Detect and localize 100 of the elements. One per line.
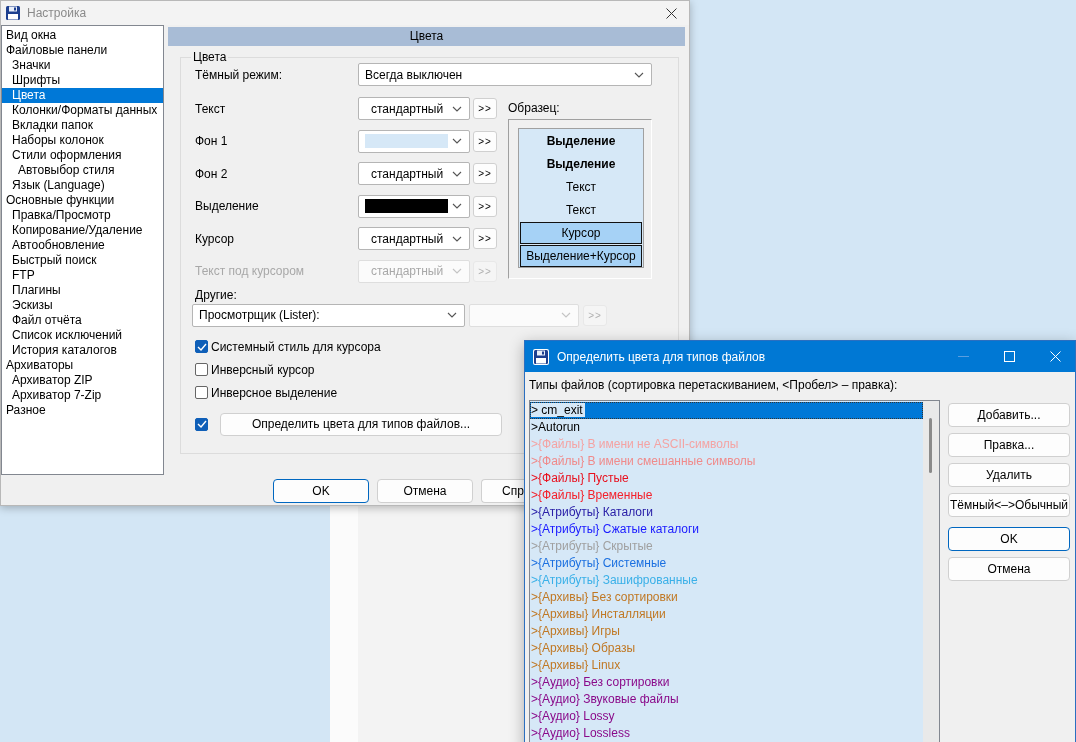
tree-item[interactable]: Архиватор ZIP (2, 373, 163, 388)
item-text: >{Аудио} Без сортировки (531, 675, 670, 689)
tree-item[interactable]: FTP (2, 268, 163, 283)
item-text: >{Атрибуты} Зашифрованные (531, 573, 698, 587)
tree-item[interactable]: Список исключений (2, 328, 163, 343)
list-item[interactable]: >{Файлы} Пустые (530, 470, 923, 487)
maximize-icon[interactable] (1004, 351, 1015, 362)
item-text: >{Файлы} Пустые (531, 471, 629, 485)
tree-item[interactable]: Автообновление (2, 238, 163, 253)
item-text: >{Файлы} Временные (531, 488, 653, 502)
more-button[interactable]: >> (473, 98, 497, 119)
tree-item[interactable]: История каталогов (2, 343, 163, 358)
tree-item[interactable]: Автовыбор стиля (2, 163, 163, 178)
checkbox[interactable] (195, 363, 208, 376)
item-text: > cm_exit (531, 403, 585, 417)
dialog-button[interactable]: OK (948, 527, 1070, 551)
dialog-button[interactable]: Тёмный<–>Обычный (948, 493, 1070, 517)
list-item[interactable]: >{Аудио} Lossy (530, 708, 923, 725)
more-button[interactable]: >> (473, 195, 497, 217)
item-text: >{Аудио} Звуковые файлы (531, 692, 679, 706)
tree-item[interactable]: Разное (2, 403, 163, 418)
field-label: Выделение (195, 199, 260, 213)
more-button[interactable]: >> (473, 130, 497, 152)
tree-item[interactable]: Язык (Language) (2, 178, 163, 193)
chevron-down-icon (452, 170, 462, 177)
dialog-button[interactable]: Спр (481, 479, 524, 503)
tree-item[interactable]: Вкладки папок (2, 118, 163, 133)
tree-item[interactable]: Колонки/Форматы данных (2, 103, 163, 118)
list-item[interactable]: >Autorun (530, 419, 923, 436)
sample-label: Образец: (508, 101, 561, 117)
tree-item[interactable]: Вид окна (2, 28, 163, 43)
dialog-button[interactable]: Добавить... (948, 403, 1070, 427)
dropdown[interactable]: Просмотрщик (Lister): (192, 303, 465, 327)
item-text: >{Атрибуты} Каталоги (531, 505, 654, 519)
list-item[interactable]: >{Аудио} Звуковые файлы (530, 691, 923, 708)
field-label: Тёмный режим: (195, 67, 284, 82)
chevron-down-icon (561, 312, 571, 318)
dialog-button[interactable]: Отмена (948, 557, 1070, 581)
list-label: Типы файлов (сортировка перетаскиванием, <Пробел> – правка): (529, 378, 899, 393)
dropdown[interactable]: Всегда выключен (358, 63, 652, 86)
item-text: >Autorun (531, 420, 581, 434)
window-title: Настройка (27, 6, 87, 20)
item-text: >{Аудио} Lossless (531, 726, 630, 740)
tree-item[interactable]: Наборы колонок (2, 133, 163, 148)
more-button[interactable]: >> (473, 228, 497, 249)
list-item[interactable]: >{Атрибуты} Каталоги (530, 504, 923, 521)
tree-item[interactable]: Эскизы (2, 298, 163, 313)
sample-text: Выделение (545, 133, 617, 150)
chevron-down-icon (452, 268, 462, 274)
item-text: >{Атрибуты} Системные (531, 556, 667, 570)
tree-item[interactable]: Стили оформления (2, 148, 163, 163)
tree-item[interactable]: Правка/Просмотр (2, 208, 163, 223)
tree-item[interactable]: Файловые панели (2, 43, 163, 58)
list-item[interactable]: >{Аудио} Lossless (530, 725, 923, 742)
item-text: >{Аудио} Lossy (531, 709, 615, 723)
scrollbar[interactable] (923, 401, 939, 742)
list-item[interactable]: >{Атрибуты} Сжатые каталоги (530, 521, 923, 538)
list-item[interactable]: >{Аудио} Без сортировки (530, 674, 923, 691)
dropdown[interactable]: стандартный (358, 97, 470, 120)
list-item[interactable]: >{Атрибуты} Системные (530, 555, 923, 572)
checkbox[interactable] (195, 417, 208, 431)
more-button[interactable]: >> (473, 163, 497, 184)
dialog-button[interactable]: OK (273, 479, 369, 503)
tree-item[interactable]: Значки (2, 58, 163, 73)
checkbox[interactable] (195, 340, 208, 353)
checkbox[interactable] (195, 386, 208, 399)
define-colors-button[interactable]: Определить цвета для типов файлов... (220, 412, 502, 436)
item-text: >{Архивы} Инсталляции (531, 607, 666, 621)
dropdown[interactable] (358, 194, 470, 218)
dialog-button[interactable]: Отмена (377, 479, 473, 503)
tree-item[interactable]: Файл отчёта (2, 313, 163, 328)
list-item[interactable]: > cm_exit (530, 402, 923, 419)
tree-item[interactable]: Быстрый поиск (2, 253, 163, 268)
chevron-down-icon (452, 138, 462, 144)
tree-item[interactable]: Копирование/Удаление (2, 223, 163, 238)
checkbox-label: Инверсный курсор (211, 362, 315, 377)
tree-item[interactable]: Архиваторы (2, 358, 163, 373)
tree-item[interactable]: Цвета (2, 88, 163, 103)
item-text: >{Атрибуты} Сжатые каталоги (531, 522, 700, 536)
group-legend: Цвета (191, 50, 229, 64)
tree-item[interactable]: Плагины (2, 283, 163, 298)
chevron-down-icon (452, 203, 462, 209)
sample-text: Текст (564, 179, 598, 196)
dialog-button[interactable]: Правка... (948, 433, 1070, 457)
close-icon[interactable] (666, 7, 677, 19)
chevron-down-icon (447, 312, 457, 318)
sample-text: Текст (564, 202, 598, 219)
field-label: Фон 2 (195, 166, 229, 181)
section-header: Цвета (168, 27, 685, 46)
tree-item[interactable]: Архиватор 7-Zip (2, 388, 163, 403)
dialog-button[interactable]: Удалить (948, 463, 1070, 487)
dropdown[interactable]: стандартный (358, 162, 470, 185)
tree-item[interactable]: Основные функции (2, 193, 163, 208)
tree-item[interactable]: Шрифты (2, 73, 163, 88)
scroll-thumb[interactable] (929, 418, 932, 473)
item-text: >{Архивы} Linux (531, 658, 621, 672)
dropdown[interactable]: стандартный (358, 227, 470, 250)
item-text: >{Архивы} Без сортировки (531, 590, 678, 604)
field-label: Другие: (195, 287, 238, 303)
field-label: Фон 1 (195, 134, 229, 148)
